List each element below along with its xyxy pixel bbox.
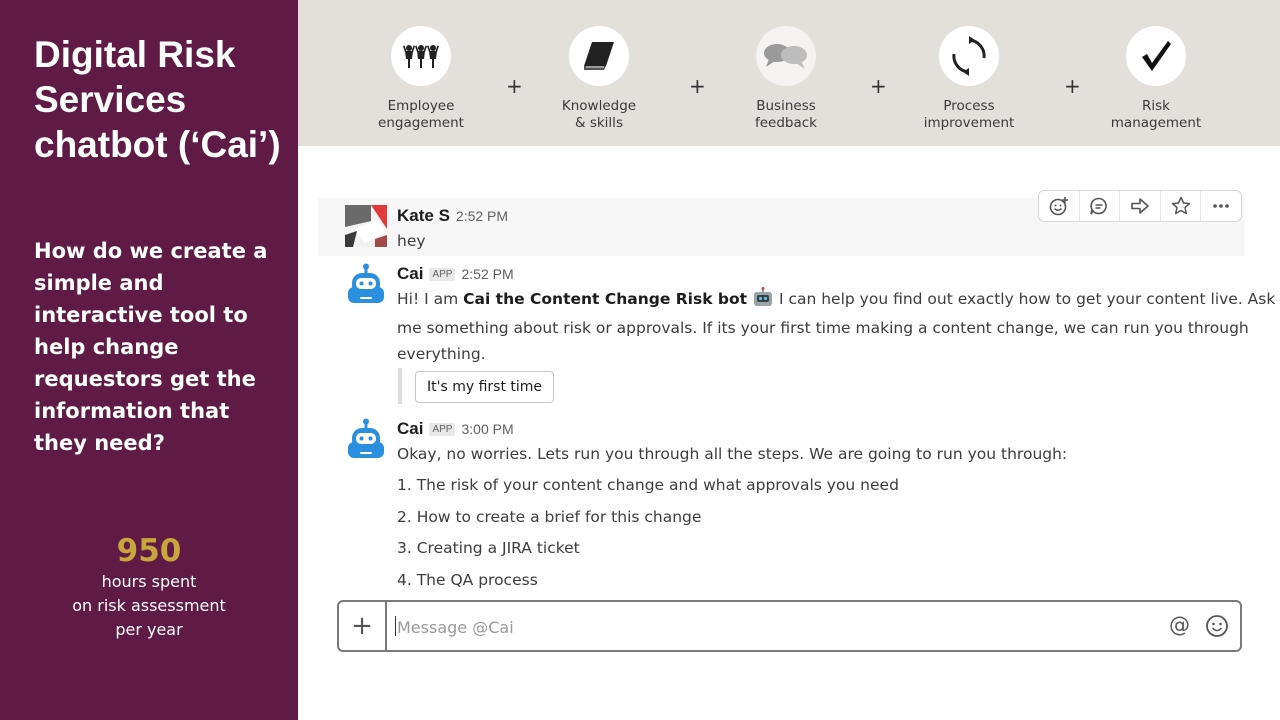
timestamp[interactable]: 2:52 PM xyxy=(461,266,513,282)
step-label: Risk management xyxy=(1110,98,1202,131)
author-name[interactable]: Cai xyxy=(397,419,423,439)
list-item: 1. The risk of your content change and w… xyxy=(397,476,899,494)
reply-thread-icon[interactable] xyxy=(1080,191,1121,221)
app-badge: APP xyxy=(429,423,456,436)
plus-sign: + xyxy=(506,74,523,98)
first-time-button[interactable]: It's my first time xyxy=(415,371,555,403)
message-header: Cai APP 2:52 PM xyxy=(397,264,514,284)
stat-number: 950 xyxy=(116,533,182,569)
add-attachment-button[interactable]: + xyxy=(339,602,387,650)
stat-caption-line-3: per year xyxy=(115,620,183,639)
message-text: hey xyxy=(397,232,426,250)
author-name[interactable]: Kate S xyxy=(397,206,450,226)
message-header: Cai APP 3:00 PM xyxy=(397,419,514,439)
message-actions-toolbar xyxy=(1038,190,1242,222)
checkmark-icon xyxy=(1126,26,1186,86)
step-knowledge-skills: Knowledge & skills xyxy=(524,26,674,132)
slide-question: How do we create a simple and interactiv… xyxy=(34,239,268,455)
step-employee-engagement: Employee engagement xyxy=(346,26,496,132)
avatar[interactable] xyxy=(345,205,387,247)
cycle-arrows-icon xyxy=(939,26,999,86)
share-icon[interactable] xyxy=(1120,191,1161,221)
slide-title: Digital Risk Services chatbot (‘Cai’) xyxy=(34,34,281,165)
step-label: Knowledge & skills xyxy=(561,98,637,131)
list-item: 2. How to create a brief for this change xyxy=(397,508,702,526)
mention-button[interactable]: @ xyxy=(1169,613,1190,637)
attachment-bar xyxy=(398,368,402,404)
bot-avatar[interactable] xyxy=(345,263,387,305)
plus-sign: + xyxy=(1064,74,1081,98)
list-item: 3. Creating a JIRA ticket xyxy=(397,539,580,557)
text-caret xyxy=(395,616,396,636)
message-text: Okay, no worries. Lets run you through a… xyxy=(397,445,1068,463)
step-label: Business feedback xyxy=(754,98,817,131)
plus-sign: + xyxy=(689,74,706,98)
book-icon xyxy=(569,26,629,86)
benefits-band: Employee engagement + Knowledge & skills + xyxy=(298,0,1280,146)
plus-sign: + xyxy=(870,74,887,98)
speech-bubbles-icon xyxy=(756,26,816,86)
stat-caption-line-1: hours spent xyxy=(101,572,197,591)
bot-avatar[interactable] xyxy=(345,418,387,460)
robot-emoji-icon xyxy=(752,287,774,315)
message-input[interactable] xyxy=(397,614,1097,640)
app-badge: APP xyxy=(429,268,456,281)
bot-name-bold: Cai the Content Change Risk bot xyxy=(463,290,748,308)
author-name[interactable]: Cai xyxy=(397,264,423,284)
step-business-feedback: Business feedback xyxy=(711,26,861,132)
left-panel: Digital Risk Services chatbot (‘Cai’) Ho… xyxy=(0,0,298,720)
message-header: Kate S 2:52 PM xyxy=(397,206,508,226)
timestamp[interactable]: 2:52 PM xyxy=(456,208,508,224)
step-label: Process improvement xyxy=(923,98,1015,131)
list-item: 4. The QA process xyxy=(397,571,538,589)
message-text: Hi! I am Cai the Content Change Risk bot… xyxy=(397,286,1275,367)
stat-caption-line-2: on risk assessment xyxy=(72,596,226,615)
more-icon[interactable] xyxy=(1201,191,1241,221)
step-risk-management: Risk management xyxy=(1081,26,1231,132)
timestamp[interactable]: 3:00 PM xyxy=(461,421,513,437)
people-icon xyxy=(391,26,451,86)
step-label: Employee engagement xyxy=(378,98,464,131)
message-composer: + @ xyxy=(337,600,1242,652)
smiley-icon[interactable] xyxy=(1205,614,1229,643)
star-icon[interactable] xyxy=(1161,191,1202,221)
step-process-improvement: Process improvement xyxy=(894,26,1044,132)
add-reaction-icon[interactable] xyxy=(1039,191,1080,221)
stat-block: 950 hours spent on risk assessment per y… xyxy=(0,532,298,642)
